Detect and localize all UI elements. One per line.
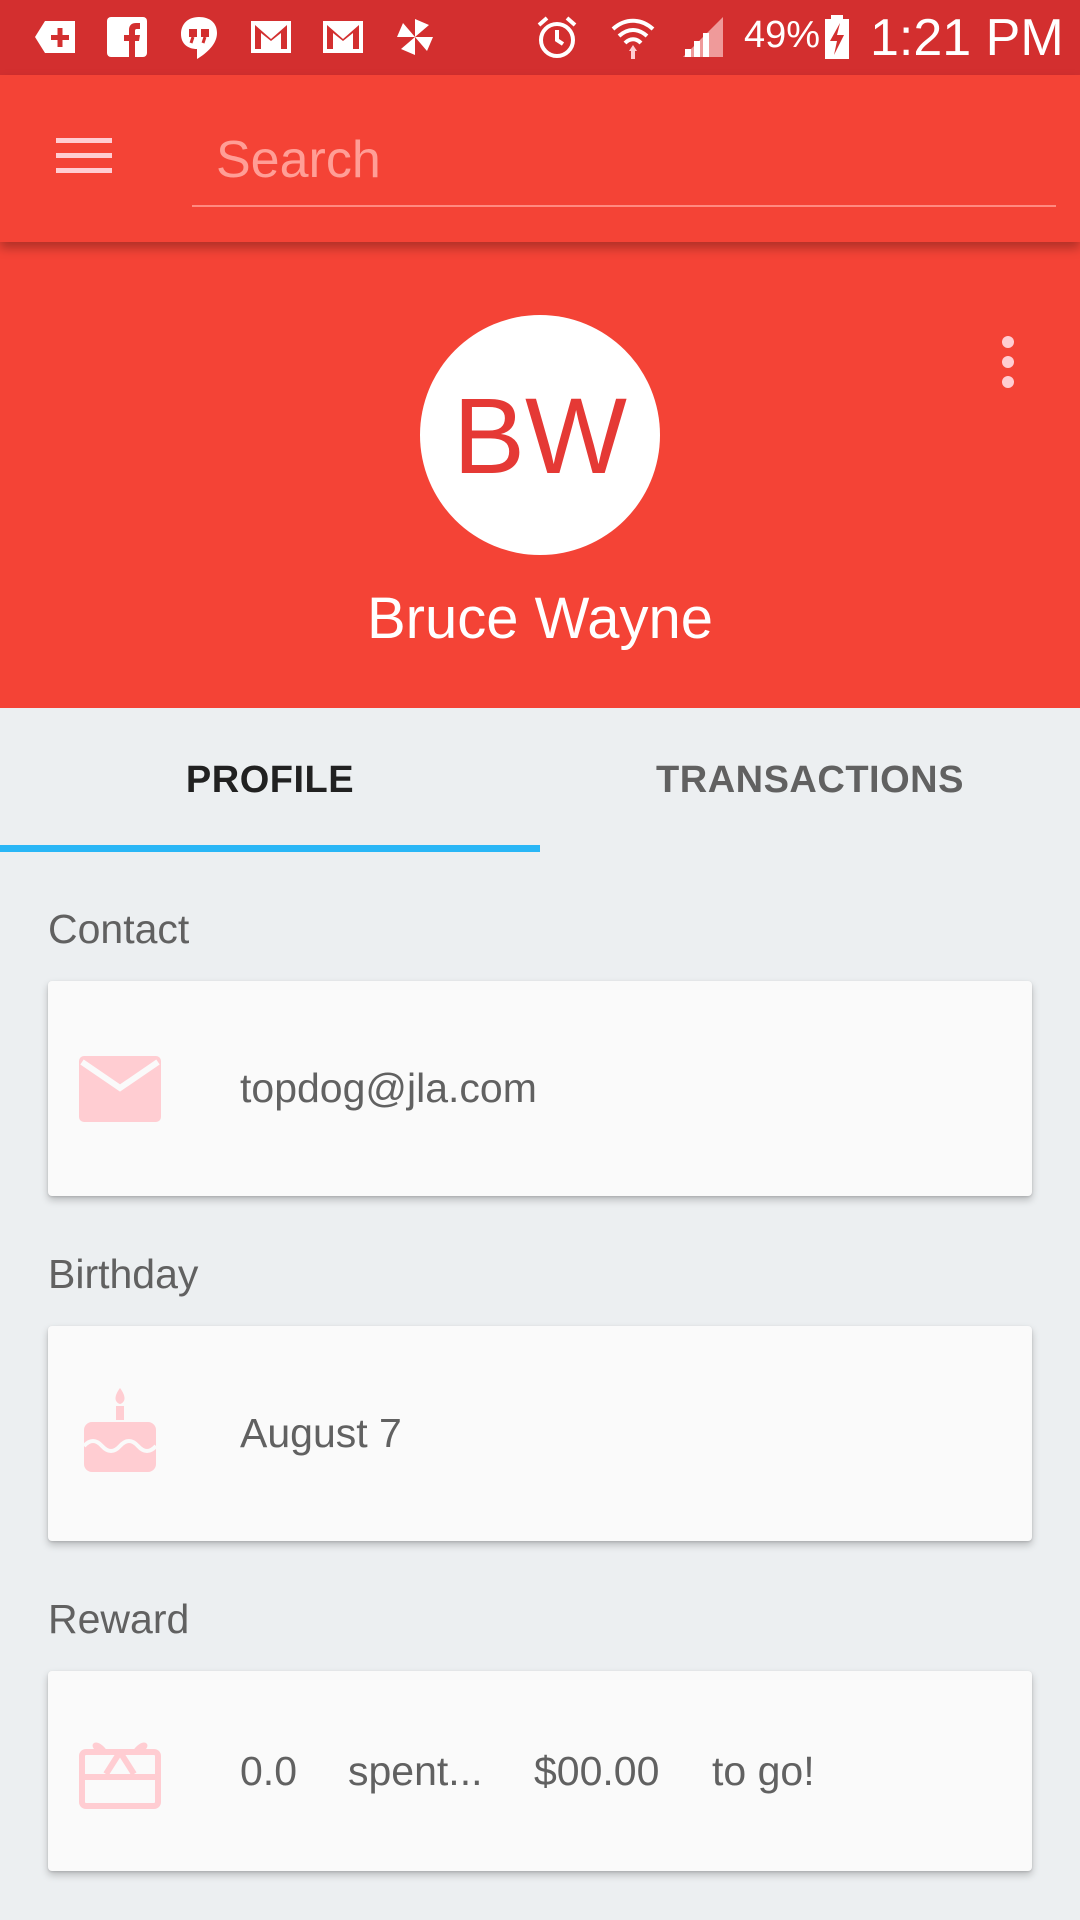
hamburger-menu-icon	[56, 138, 112, 173]
wifi-icon	[606, 10, 660, 64]
battery-charging-icon	[810, 10, 864, 64]
email-value: topdog@jla.com	[240, 1065, 537, 1111]
app-toolbar	[0, 75, 1080, 242]
tab-indicator	[0, 845, 540, 852]
gift-card-icon	[78, 1729, 162, 1813]
tab-profile[interactable]: PROFILE	[0, 708, 540, 852]
overflow-menu-button[interactable]	[984, 322, 1032, 402]
avatar-initials: BW	[453, 374, 627, 496]
cake-icon	[78, 1388, 162, 1472]
menu-button[interactable]	[44, 123, 124, 189]
reward-spent-label: spent...	[348, 1748, 483, 1794]
clock: 1:21 PM	[870, 9, 1064, 67]
reward-remaining: $00.00	[534, 1748, 660, 1794]
profile-name: Bruce Wayne	[367, 586, 713, 651]
battery-percent: 49%	[744, 14, 821, 56]
email-icon	[78, 1047, 162, 1131]
profile-header: BW Bruce Wayne	[0, 242, 1080, 708]
hangouts-icon	[172, 10, 226, 64]
signal-icon	[676, 10, 730, 64]
birthday-card[interactable]: August 7	[48, 1326, 1032, 1541]
tab-bar: PROFILE TRANSACTIONS	[0, 708, 1080, 852]
pinwheel-icon	[388, 10, 442, 64]
birthday-value: August 7	[240, 1410, 402, 1456]
reward-section-label: Reward	[48, 1596, 190, 1642]
search-input[interactable]	[192, 115, 1056, 207]
contact-card[interactable]: topdog@jla.com	[48, 981, 1032, 1196]
reward-card[interactable]: 0.0 spent... $00.00 to go!	[48, 1671, 1032, 1871]
alarm-icon	[530, 10, 584, 64]
reward-amount: 0.0	[240, 1748, 297, 1794]
tab-transactions[interactable]: TRANSACTIONS	[540, 708, 1080, 852]
reward-suffix: to go!	[712, 1748, 815, 1794]
gmail-icon	[244, 10, 298, 64]
facebook-icon	[100, 10, 154, 64]
avatar: BW	[420, 315, 660, 555]
contact-section-label: Contact	[48, 906, 190, 952]
add-box-icon	[28, 10, 82, 64]
more-vert-icon	[1002, 336, 1014, 388]
gmail-icon	[316, 10, 370, 64]
status-bar: 49% 1:21 PM	[0, 0, 1080, 75]
birthday-section-label: Birthday	[48, 1251, 199, 1297]
